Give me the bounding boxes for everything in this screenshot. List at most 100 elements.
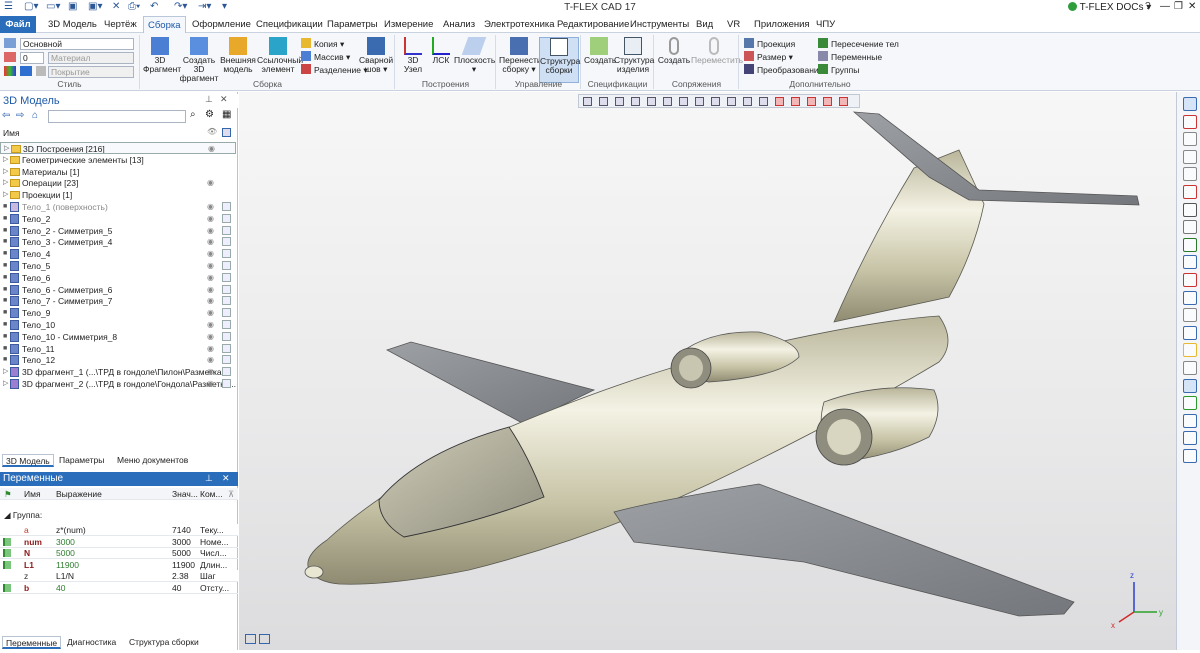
bullet-icon[interactable]: ■: [3, 295, 9, 307]
magnet-icon[interactable]: [1183, 114, 1197, 129]
menu-tools[interactable]: Инструменты: [626, 16, 693, 33]
save-icon[interactable]: ▣: [68, 1, 77, 14]
weld-button[interactable]: Сварной шов ▾: [359, 37, 393, 74]
list-icon[interactable]: [1183, 449, 1197, 463]
pin-icon[interactable]: ⊥: [205, 94, 213, 105]
menu-measure[interactable]: Измерение: [380, 16, 437, 33]
menu-params[interactable]: Параметры: [323, 16, 382, 33]
glasses-icon[interactable]: [1183, 220, 1197, 235]
cube-icon[interactable]: [222, 343, 231, 353]
cube-icon[interactable]: [222, 249, 231, 259]
cube-icon[interactable]: [222, 237, 231, 247]
tree-item[interactable]: ▷ 3D фрагмент_1 (...\ТРД в гондоле\Пилон\…: [0, 366, 236, 378]
tab-variables[interactable]: Переменные: [2, 636, 62, 649]
tree-item[interactable]: ■ Тело_2 - Симметрия_5 ◉: [0, 225, 236, 237]
visibility-icon[interactable]: ◉: [207, 236, 214, 248]
variable-row[interactable]: a z*(num) 7140 Теку...: [0, 524, 238, 536]
style-icon[interactable]: [20, 66, 32, 76]
tab-params[interactable]: Параметры: [56, 454, 107, 467]
shape-icon[interactable]: [1183, 378, 1197, 393]
tree-item[interactable]: ■ Тело_10 ◉: [0, 319, 236, 331]
menu-3d-model[interactable]: 3D Модель: [44, 16, 101, 33]
visibility-icon[interactable]: ◉: [207, 177, 214, 189]
tree-item[interactable]: ▷ 3D фрагмент_2 (...\ТРД в гондоле\Гондол…: [0, 378, 236, 390]
grid-icon[interactable]: [631, 97, 640, 106]
menu-design[interactable]: Оформление: [188, 16, 255, 33]
variable-row[interactable]: N 5000 5000 Числ...: [0, 547, 238, 559]
red-check-icon[interactable]: [1183, 273, 1197, 287]
bullet-icon[interactable]: ■: [3, 248, 9, 260]
visibility-icon[interactable]: ◉: [207, 295, 214, 307]
hide-icon[interactable]: [743, 97, 752, 106]
arrow-cube-icon[interactable]: [1183, 413, 1197, 428]
bullet-icon[interactable]: ■: [3, 354, 9, 366]
nose-cone[interactable]: [304, 565, 324, 579]
tree-item[interactable]: ▷ Проекции [1]: [0, 189, 236, 201]
level-input[interactable]: 0: [20, 52, 44, 64]
help-icon[interactable]: ?: [1145, 1, 1151, 12]
print-icon[interactable]: ⎙▾: [128, 1, 140, 14]
tab-diagnostics[interactable]: Диагностика: [64, 636, 119, 649]
sweep-icon[interactable]: [1183, 202, 1197, 217]
measure-icon[interactable]: [711, 97, 720, 106]
red-sphere-icon[interactable]: [807, 97, 816, 106]
aircraft-model[interactable]: z y x: [239, 92, 1176, 650]
tree-item[interactable]: ■ Тело_4 ◉: [0, 248, 236, 260]
menu-cnc[interactable]: ЧПУ: [812, 16, 839, 33]
expand-icon[interactable]: ▷: [3, 154, 9, 166]
visibility-icon[interactable]: ◉: [207, 213, 214, 225]
tree-item[interactable]: ■ Тело_6 - Симметрия_6 ◉: [0, 284, 236, 296]
tree-item[interactable]: ■ Тело_9 ◉: [0, 307, 236, 319]
cube-icon[interactable]: [222, 296, 231, 306]
panel-close-icon[interactable]: ✕: [220, 94, 228, 105]
right-wing[interactable]: [613, 483, 1075, 617]
zoom-fit-icon[interactable]: [1183, 167, 1197, 182]
bullet-icon[interactable]: ■: [3, 331, 9, 343]
visibility-icon[interactable]: ◉: [207, 378, 214, 390]
red-cube-icon[interactable]: [791, 97, 800, 106]
vars-close-icon[interactable]: ✕: [222, 473, 230, 484]
tab-3d-model[interactable]: 3D Модель: [2, 454, 54, 467]
bullet-icon[interactable]: ■: [3, 307, 9, 319]
menu-view[interactable]: Вид: [692, 16, 717, 33]
variable-row[interactable]: L1 11900 11900 Длин...: [0, 559, 238, 571]
cube-icon[interactable]: [222, 320, 231, 329]
bullet-icon[interactable]: ■: [3, 213, 9, 225]
frame-icon[interactable]: [727, 97, 736, 106]
assembly-structure-button[interactable]: Структура сборки: [539, 37, 580, 83]
tree-item[interactable]: ▷ Операции [23] ◉: [0, 177, 236, 189]
bullet-icon[interactable]: ■: [3, 319, 9, 331]
properties-icon[interactable]: [1183, 97, 1197, 111]
new-doc-icon[interactable]: ▢▾: [24, 1, 38, 14]
tree-item[interactable]: ▷ Геометрические элементы [13]: [0, 154, 236, 166]
create-3d-fragment-button[interactable]: Создать 3D фрагмент: [179, 37, 219, 83]
cube-icon[interactable]: [222, 284, 231, 294]
tree-item[interactable]: ▷ 3D Построения [216] ◉: [0, 142, 236, 154]
bullet-icon[interactable]: ■: [3, 343, 9, 355]
zoom-in-icon[interactable]: [1183, 132, 1197, 147]
color-icon[interactable]: [4, 66, 16, 76]
menu-analysis[interactable]: Анализ: [439, 16, 479, 33]
projection-button[interactable]: Проекция: [744, 38, 795, 50]
variables-button[interactable]: Переменные: [818, 51, 882, 63]
render-mode-icon[interactable]: [615, 97, 624, 106]
visibility-icon[interactable]: ◉: [207, 366, 214, 378]
lsk-button[interactable]: ЛСК: [428, 37, 454, 65]
groups-button[interactable]: Группы: [818, 64, 859, 76]
section-icon[interactable]: [647, 97, 656, 106]
cube-icon[interactable]: [222, 355, 231, 365]
visibility-icon[interactable]: ◉: [207, 307, 214, 319]
variable-row[interactable]: b 40 40 Отсту...: [0, 582, 238, 594]
visibility-icon[interactable]: ◉: [207, 343, 214, 355]
cube-icon[interactable]: [222, 367, 231, 377]
back-icon[interactable]: ⇦: [2, 110, 10, 121]
tree-item[interactable]: ■ Тело_11 ◉: [0, 343, 236, 355]
tab-doc-menu[interactable]: Меню документов: [114, 454, 191, 467]
cube-icon[interactable]: [222, 213, 231, 223]
copy-button[interactable]: Копия ▾: [301, 38, 344, 50]
cube-icon[interactable]: [222, 261, 231, 270]
tree-options-icon[interactable]: ▦: [222, 109, 231, 120]
filter-icon[interactable]: [679, 97, 688, 106]
tflex-docs-menu[interactable]: T-FLEX DOCs ▾: [1068, 2, 1151, 13]
move-assembly-button[interactable]: Перенести сборку ▾: [499, 37, 542, 74]
